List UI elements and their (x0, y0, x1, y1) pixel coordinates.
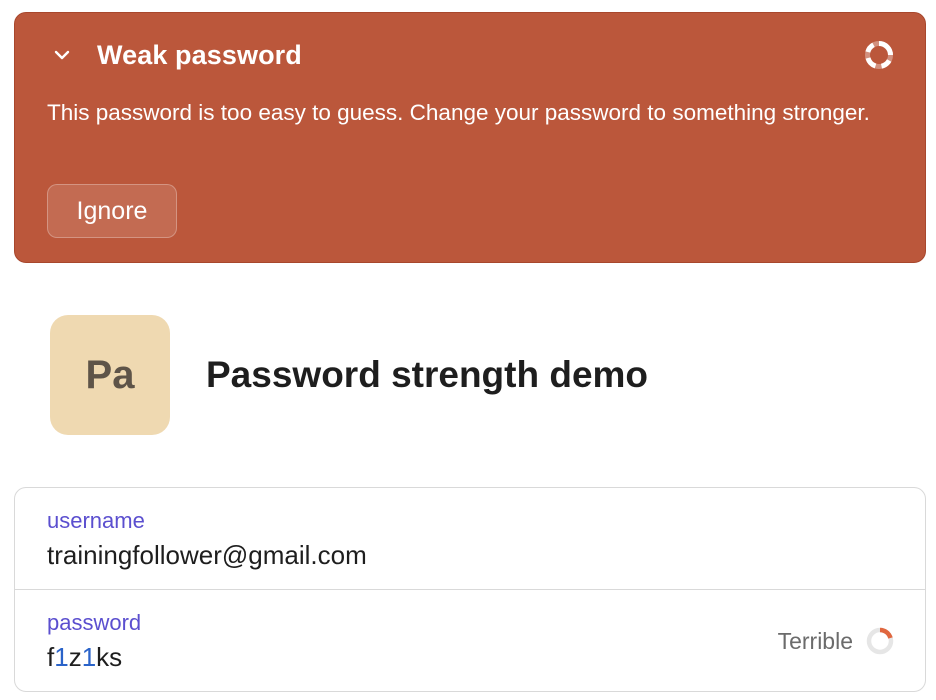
alert-title: Weak password (97, 39, 302, 70)
password-field[interactable]: password f1z1ks Terrible (15, 589, 925, 690)
username-label: username (47, 508, 145, 533)
strength-ring-icon (865, 626, 895, 656)
password-char: s (109, 642, 123, 672)
strength-ring-icon (863, 39, 895, 71)
weak-password-alert: Weak password This password is too easy … (14, 12, 926, 263)
password-label: password (47, 610, 142, 635)
password-char: z (68, 642, 82, 672)
alert-header: Weak password (51, 37, 895, 73)
username-field[interactable]: username trainingfollower@gmail.com (15, 488, 925, 589)
avatar: Pa (50, 315, 170, 435)
item-header: Pa Password strength demo (50, 315, 648, 435)
chevron-down-icon[interactable] (51, 44, 73, 66)
strength-label: Terrible (777, 627, 853, 654)
username-value[interactable]: trainingfollower@gmail.com (47, 540, 367, 571)
password-value[interactable]: f1z1ks (47, 642, 122, 673)
ignore-button[interactable]: Ignore (47, 184, 177, 238)
item-title: Password strength demo (206, 354, 649, 395)
password-strength: Terrible (778, 626, 895, 656)
item-fields: username trainingfollower@gmail.com pass… (14, 487, 926, 692)
password-char: 1 (81, 642, 97, 672)
alert-message: This password is too easy to guess. Chan… (47, 100, 870, 125)
password-char: 1 (54, 642, 69, 672)
password-char: k (96, 642, 110, 672)
